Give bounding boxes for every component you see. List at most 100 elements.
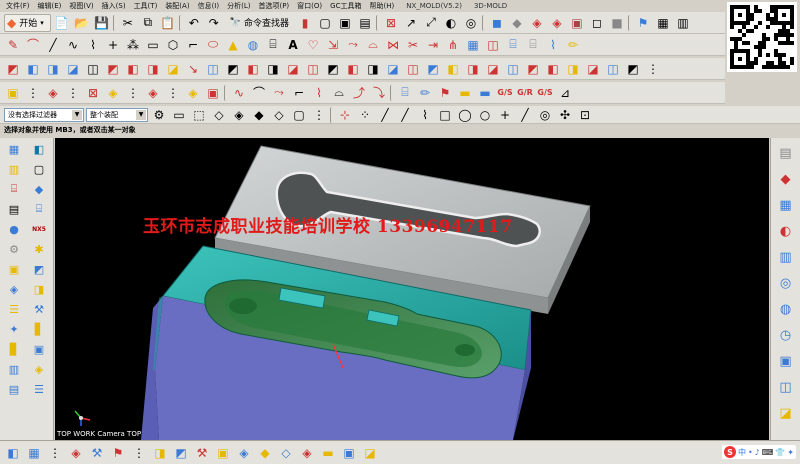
web-icon[interactable]: ▥ [775, 246, 797, 268]
surface-icon[interactable]: ◩ [424, 60, 442, 78]
assembly-icon[interactable]: ◆ [775, 168, 797, 190]
punctuation-icon[interactable]: • [748, 448, 753, 457]
surface-icon[interactable]: ◫ [404, 60, 422, 78]
sketch-icon[interactable]: ✎ [4, 36, 22, 54]
menu-help[interactable]: 帮助(H) [369, 1, 394, 11]
flag-icon[interactable]: ⚑ [634, 14, 652, 32]
cube-icon[interactable]: ◼ [488, 14, 506, 32]
snap-grid-icon[interactable]: ⊹ [336, 106, 354, 124]
cut-tool-icon[interactable]: ⌇ [544, 36, 562, 54]
doc-icon[interactable]: ▢ [29, 160, 49, 178]
curve-icon[interactable]: ⌇ [84, 36, 102, 54]
arc-icon[interactable]: ⌒ [24, 36, 42, 54]
window-icon[interactable]: ▢ [316, 14, 334, 32]
spline-icon[interactable]: ∿ [64, 36, 82, 54]
roles-icon[interactable]: ◍ [775, 298, 797, 320]
tube-icon[interactable]: ⌸ [4, 180, 24, 198]
layers-icon[interactable]: ▦ [4, 140, 24, 158]
point-icon[interactable]: ⊡ [576, 106, 594, 124]
cube-icon[interactable]: ◇ [210, 106, 228, 124]
display-icon[interactable]: ▤ [775, 142, 797, 164]
shape-icon[interactable]: ◩ [29, 260, 49, 278]
graphics-viewport[interactable]: 玉环市志成职业技能培训学校 13396947117 TOP WORK Camer… [55, 138, 769, 440]
window-icon[interactable]: ▤ [356, 14, 374, 32]
window-icon[interactable]: ▣ [336, 14, 354, 32]
more-icon[interactable]: ⋮ [130, 444, 148, 462]
box-icon[interactable]: ▣ [4, 84, 22, 102]
heart-icon[interactable]: ♡ [304, 36, 322, 54]
box-icon[interactable]: ◈ [44, 84, 62, 102]
box-icon[interactable]: ◆ [256, 444, 274, 462]
circle-icon[interactable]: ◎ [536, 106, 554, 124]
surface-icon[interactable]: ◨ [564, 60, 582, 78]
tool-icon[interactable]: ⚒ [193, 444, 211, 462]
more-icon[interactable]: ⋮ [164, 84, 182, 102]
more-icon[interactable]: ⋮ [46, 444, 64, 462]
navigator-icon[interactable]: ▦ [775, 194, 797, 216]
line-icon[interactable]: ╱ [516, 106, 534, 124]
cube-icon[interactable]: ◆ [508, 14, 526, 32]
menu-window[interactable]: 窗口(O) [297, 1, 322, 11]
surface-icon[interactable]: ◩ [224, 60, 242, 78]
arrow-icon[interactable]: ↗ [402, 14, 420, 32]
line-icon[interactable]: ╱ [396, 106, 414, 124]
surface-icon[interactable]: ◫ [304, 60, 322, 78]
polygon-icon[interactable]: ⬡ [164, 36, 182, 54]
divide-icon[interactable]: ⋔ [444, 36, 462, 54]
stack-icon[interactable]: ☰ [4, 300, 24, 318]
selection-rectangle-icon[interactable]: ▢ [290, 106, 308, 124]
color-box-icon[interactable]: ■ [608, 14, 626, 32]
history-icon[interactable]: ◎ [775, 272, 797, 294]
sphere-icon[interactable]: ● [4, 220, 24, 238]
cylinder-icon[interactable]: ⌸ [504, 36, 522, 54]
selection-icon[interactable]: ▭ [170, 106, 188, 124]
book-icon[interactable]: ▥ [4, 160, 24, 178]
surface-icon[interactable]: ◪ [384, 60, 402, 78]
snap-icon[interactable]: ⁘ [356, 106, 374, 124]
box-icon[interactable]: ◈ [4, 280, 24, 298]
tool-icon[interactable]: ⚒ [29, 300, 49, 318]
surface-icon[interactable]: ◩ [4, 60, 22, 78]
box-icon[interactable]: ◈ [184, 84, 202, 102]
clock-icon[interactable]: ◷ [775, 324, 797, 346]
rectangle-icon[interactable]: ▭ [144, 36, 162, 54]
helix-icon[interactable]: ◍ [244, 36, 262, 54]
slot-icon[interactable]: ▬ [456, 84, 474, 102]
save-icon[interactable]: 💾 [93, 14, 111, 32]
gear-icon[interactable]: ⚙ [4, 240, 24, 258]
ruler-icon[interactable]: ▬ [319, 444, 337, 462]
cone-icon[interactable]: ▲ [224, 36, 242, 54]
wizard-icon[interactable]: ✦ [4, 320, 24, 338]
more-icon[interactable]: ⋮ [64, 84, 82, 102]
box-icon[interactable]: ◈ [67, 444, 85, 462]
file-icon[interactable]: ▤ [4, 200, 24, 218]
book-icon[interactable]: ▤ [4, 380, 24, 398]
pencil-icon[interactable]: ✏ [564, 36, 582, 54]
surface-icon[interactable]: ◧ [244, 60, 262, 78]
curve-icon[interactable]: ⤵ [370, 84, 388, 102]
block-icon[interactable]: ▣ [29, 340, 49, 358]
start-button[interactable]: ◆ 开始 ▾ [4, 13, 51, 32]
curve-icon[interactable]: ⌇ [310, 84, 328, 102]
microphone-icon[interactable]: ♪ [755, 448, 760, 457]
tools-icon[interactable]: ✦ [787, 448, 794, 457]
skin-icon[interactable]: 👕 [775, 448, 785, 457]
type-filter-select[interactable]: 没有选择过滤器 ▼ [4, 107, 84, 122]
surface-icon[interactable]: ◨ [44, 60, 62, 78]
block-icon[interactable]: ▣ [4, 260, 24, 278]
help-icon[interactable]: ◫ [775, 376, 797, 398]
point-icon[interactable]: ✣ [556, 106, 574, 124]
cube-icon[interactable]: ◈ [230, 106, 248, 124]
part-icon[interactable]: ◧ [29, 140, 49, 158]
surface-icon[interactable]: ◩ [104, 60, 122, 78]
curve-icon[interactable]: ⌐ [290, 84, 308, 102]
line-icon[interactable]: ╱ [44, 36, 62, 54]
gcode-icon[interactable]: G/R [516, 84, 534, 102]
surface-icon[interactable]: ◪ [64, 60, 82, 78]
box-icon[interactable]: ◈ [144, 84, 162, 102]
part-icon[interactable]: ◧ [4, 444, 22, 462]
new-file-icon[interactable]: 📄 [53, 14, 71, 32]
view-icon[interactable]: ◎ [462, 14, 480, 32]
ime-mode-label[interactable]: 中 [738, 447, 746, 458]
surface-icon[interactable]: ◫ [504, 60, 522, 78]
